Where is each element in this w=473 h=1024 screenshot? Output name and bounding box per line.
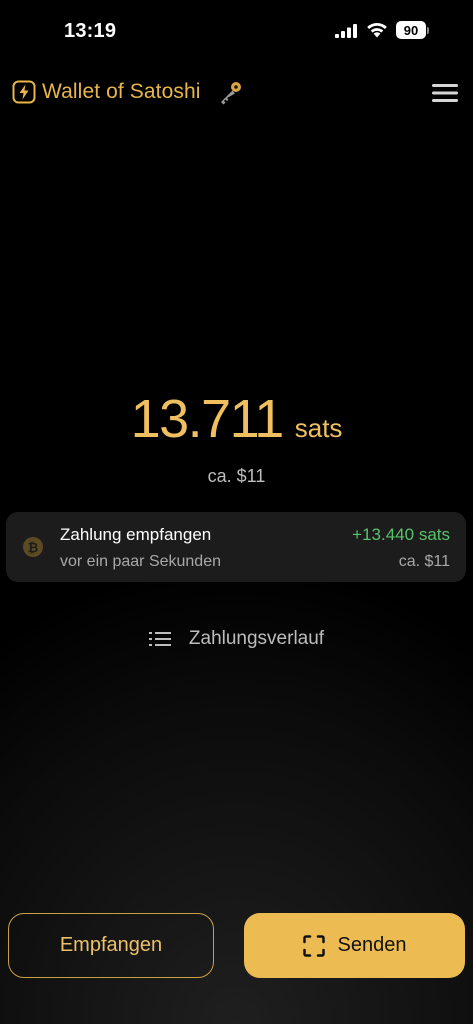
send-button[interactable]: Senden <box>244 913 465 978</box>
battery-icon: 90 <box>396 21 430 39</box>
signal-icon <box>335 24 357 38</box>
status-time: 13:19 <box>64 20 117 42</box>
balance-unit: sats <box>294 413 343 443</box>
app-title: Wallet of Satoshi <box>42 80 201 103</box>
menu-icon[interactable] <box>432 83 458 103</box>
list-icon <box>148 632 171 646</box>
receive-button-label: Empfangen <box>59 934 163 956</box>
payment-amount: +13.440 sats <box>352 525 450 544</box>
battery-level: 90 <box>396 21 426 39</box>
payment-title: Zahlung empfangen <box>60 525 212 544</box>
balance-value: 13.711 <box>130 389 285 449</box>
send-button-label: Senden <box>337 934 407 956</box>
lightning-bolt-icon <box>12 80 36 104</box>
payment-time: vor ein paar Sekunden <box>60 553 221 570</box>
balance: 13.711 sats <box>0 388 473 450</box>
payment-fiat: ca. $11 <box>398 553 450 570</box>
wallet-screen: 13:19 90 Wallet of Satoshi 13.711 sats c… <box>0 0 473 1024</box>
payment-history-link[interactable]: Zahlungsverlauf <box>0 628 473 650</box>
recent-payment-card[interactable]: ₿ Zahlung empfangen vor ein paar Sekunde… <box>6 512 466 582</box>
bitcoin-icon: ₿ <box>23 537 43 557</box>
scan-icon <box>302 934 325 957</box>
wifi-icon <box>367 22 387 38</box>
history-label: Zahlungsverlauf <box>188 628 325 649</box>
balance-fiat: ca. $11 <box>207 466 266 486</box>
key-icon <box>221 82 241 105</box>
receive-button[interactable]: Empfangen <box>8 913 214 978</box>
status-bar: 13:19 90 <box>0 0 473 60</box>
